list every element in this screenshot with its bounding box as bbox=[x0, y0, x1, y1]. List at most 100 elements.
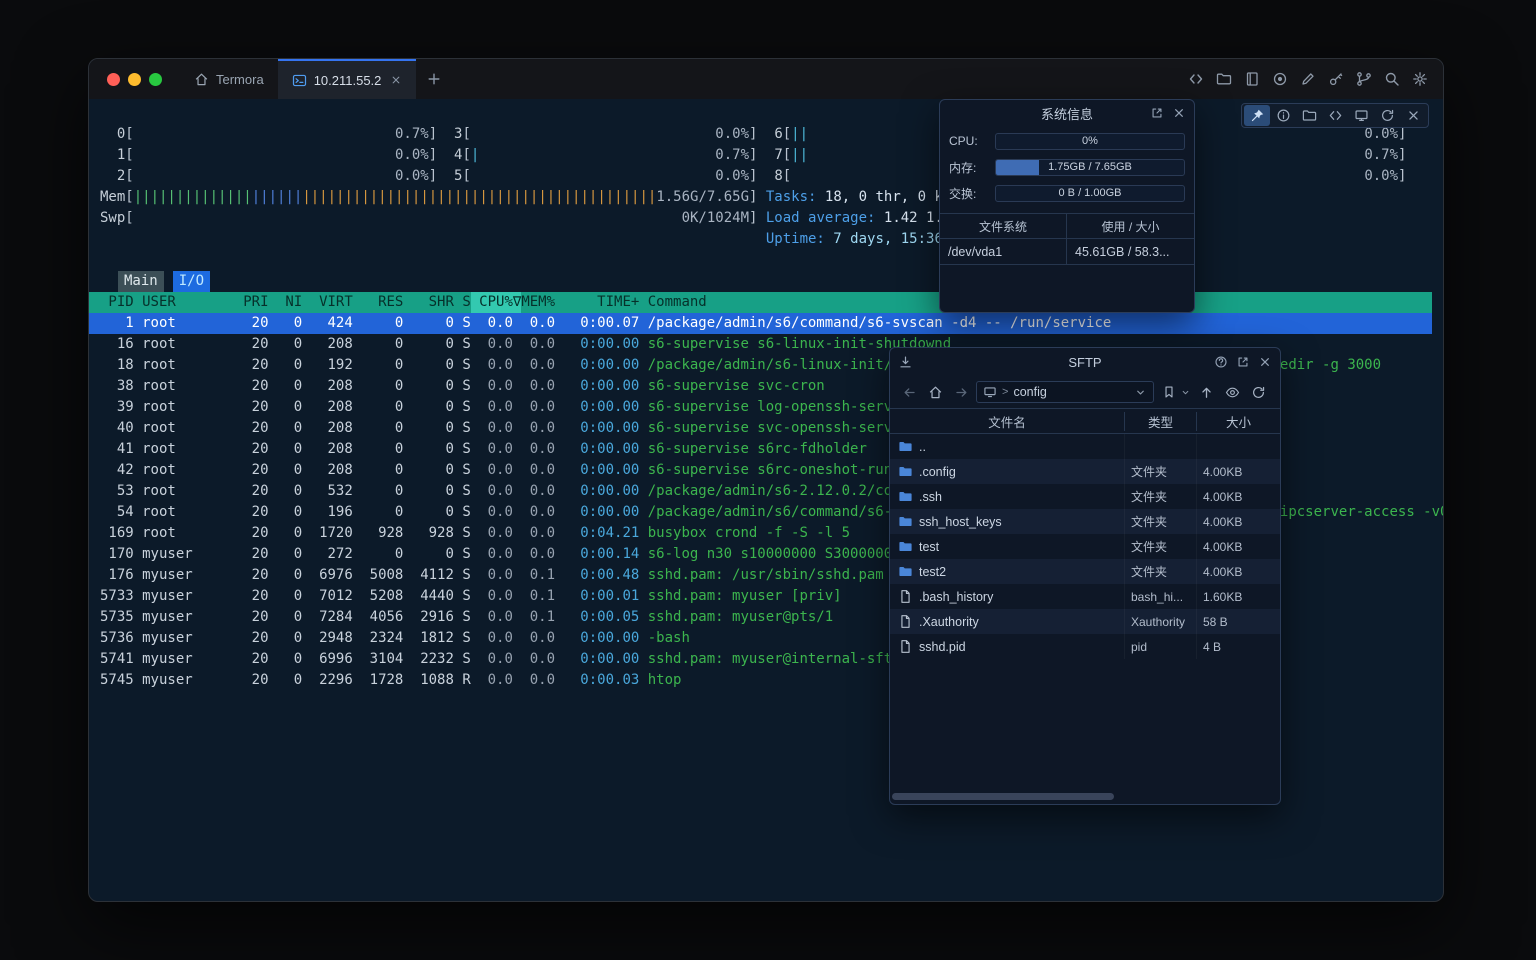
file-row[interactable]: .XauthorityXauthority58 B bbox=[890, 609, 1280, 634]
column-MEM%[interactable]: MEM% bbox=[521, 292, 555, 313]
close-tab-button[interactable] bbox=[390, 74, 402, 86]
file-row[interactable]: .ssh文件夹4.00KB bbox=[890, 484, 1280, 509]
minimize-window-button[interactable] bbox=[128, 73, 141, 86]
file-size: 4 B bbox=[1197, 640, 1280, 654]
cpu-meter-row: 1[0.0%] 4[|0.7%] 7[||0.7%] bbox=[89, 145, 1443, 166]
record-button[interactable] bbox=[1269, 68, 1291, 90]
column-Command[interactable]: Command bbox=[648, 292, 707, 313]
column-VIRT[interactable]: VIRT bbox=[302, 292, 353, 313]
refresh-button[interactable] bbox=[1374, 105, 1400, 126]
gear-button[interactable] bbox=[1409, 68, 1431, 90]
file-row[interactable]: ssh_host_keys文件夹4.00KB bbox=[890, 509, 1280, 534]
file-name: test bbox=[919, 540, 939, 554]
sftp-file-list: ...config文件夹4.00KB.ssh文件夹4.00KBssh_host_… bbox=[890, 434, 1280, 790]
sftp-navbar: > config bbox=[890, 376, 1280, 408]
arrow-left-icon bbox=[902, 385, 917, 400]
traffic-lights bbox=[89, 59, 180, 99]
swp-meter: 0K/1024M bbox=[134, 208, 749, 229]
close-window-button[interactable] bbox=[107, 73, 120, 86]
column-USER[interactable]: USER bbox=[142, 292, 218, 313]
display-button[interactable] bbox=[1348, 105, 1374, 126]
htop-screen-I/O[interactable]: I/O bbox=[173, 271, 210, 292]
htop-screen-tabs: Main I/O bbox=[89, 271, 1443, 292]
code-button[interactable] bbox=[1185, 68, 1207, 90]
column-CPU%[interactable]: CPU%∇ bbox=[471, 292, 522, 313]
horizontal-scrollbar[interactable] bbox=[892, 793, 1114, 800]
chevron-down-icon bbox=[1134, 386, 1147, 399]
column-TIME+[interactable]: TIME+ bbox=[555, 292, 639, 313]
help-button[interactable] bbox=[1214, 355, 1228, 369]
bookmarks-dropdown[interactable] bbox=[1180, 387, 1191, 398]
sftp-titlebar: SFTP bbox=[890, 348, 1280, 376]
cpu-meter-row: 2[0.0%] 5[0.0%] 8[0.0%] bbox=[89, 166, 1443, 187]
code-icon bbox=[1188, 71, 1204, 87]
htop-table-header[interactable]: PID USERPRINIVIRTRESSHRSCPU%∇MEM%TIME+ C… bbox=[89, 292, 1432, 313]
cpu-meter-label: 0 bbox=[100, 124, 125, 145]
titlebar: Termora 10.211.55.2 bbox=[89, 59, 1443, 99]
column-S[interactable]: S bbox=[454, 292, 471, 313]
refresh-icon bbox=[1251, 385, 1266, 400]
file-row[interactable]: .bash_historybash_hi...1.60KB bbox=[890, 584, 1280, 609]
file-row[interactable]: sshd.pidpid4 B bbox=[890, 634, 1280, 659]
new-tab-button[interactable] bbox=[416, 59, 452, 99]
home-button[interactable] bbox=[924, 381, 946, 403]
sysinfo-meter-label: 内存: bbox=[949, 159, 987, 176]
folderfill-icon bbox=[898, 564, 913, 579]
close-button[interactable] bbox=[1400, 105, 1426, 126]
mem-meter: ||||||||||||||||||||||||||||||||||||||||… bbox=[134, 187, 749, 208]
floating-toolbar bbox=[1241, 103, 1429, 128]
column-PRI[interactable]: PRI bbox=[218, 292, 269, 313]
tab-termora-home[interactable]: Termora bbox=[180, 59, 278, 99]
key-button[interactable] bbox=[1325, 68, 1347, 90]
code-button[interactable] bbox=[1322, 105, 1348, 126]
info-button[interactable] bbox=[1270, 105, 1296, 126]
filename-column-header[interactable]: 文件名 bbox=[890, 412, 1125, 431]
folder-button[interactable] bbox=[1213, 68, 1235, 90]
file-type: 文件夹 bbox=[1125, 459, 1197, 484]
zoom-window-button[interactable] bbox=[149, 73, 162, 86]
column-RES[interactable]: RES bbox=[353, 292, 404, 313]
notebook-button[interactable] bbox=[1241, 68, 1263, 90]
file-name: sshd.pid bbox=[919, 640, 966, 654]
cpu-meter: 0.0% bbox=[471, 166, 749, 187]
parent-directory-button[interactable] bbox=[1195, 381, 1217, 403]
path-bar[interactable]: > config bbox=[976, 381, 1154, 403]
file-row[interactable]: test文件夹4.00KB bbox=[890, 534, 1280, 559]
folderfill-icon bbox=[898, 464, 913, 479]
transfers-button[interactable] bbox=[898, 355, 913, 370]
type-column-header[interactable]: 类型 bbox=[1125, 412, 1197, 431]
close-panel-button[interactable] bbox=[1172, 106, 1186, 120]
column-SHR[interactable]: SHR bbox=[403, 292, 454, 313]
back-button[interactable] bbox=[898, 381, 920, 403]
htop-screen-Main[interactable]: Main bbox=[118, 271, 164, 292]
sftp-panel: SFTP > config bbox=[889, 347, 1281, 805]
close-panel-button[interactable] bbox=[1258, 355, 1272, 369]
sftp-table-header[interactable]: 文件名 类型 大小 bbox=[890, 408, 1280, 434]
pin-button[interactable] bbox=[1244, 105, 1270, 126]
open-in-window-button[interactable] bbox=[1150, 106, 1164, 120]
file-row[interactable]: .config文件夹4.00KB bbox=[890, 459, 1280, 484]
file-size: 4.00KB bbox=[1197, 540, 1280, 554]
mem-label: Mem bbox=[100, 187, 125, 208]
search-button[interactable] bbox=[1381, 68, 1403, 90]
tab-ssh-session[interactable]: 10.211.55.2 bbox=[278, 59, 417, 99]
folder-button[interactable] bbox=[1296, 105, 1322, 126]
branch-button[interactable] bbox=[1353, 68, 1375, 90]
file-row[interactable]: test2文件夹4.00KB bbox=[890, 559, 1280, 584]
column-PID[interactable]: PID bbox=[100, 292, 134, 313]
column-NI[interactable]: NI bbox=[269, 292, 303, 313]
file-name: ssh_host_keys bbox=[919, 515, 1002, 529]
home-icon bbox=[928, 385, 943, 400]
file-row[interactable]: .. bbox=[890, 434, 1280, 459]
forward-button[interactable] bbox=[950, 381, 972, 403]
show-hidden-button[interactable] bbox=[1221, 381, 1243, 403]
file-size: 58 B bbox=[1197, 615, 1280, 629]
refresh-button[interactable] bbox=[1247, 381, 1269, 403]
open-in-window-button[interactable] bbox=[1236, 355, 1250, 369]
edit-button[interactable] bbox=[1297, 68, 1319, 90]
filesystem-row[interactable]: /dev/vda1 45.61GB / 58.3... bbox=[940, 239, 1194, 265]
bookmarks-button[interactable] bbox=[1158, 381, 1180, 403]
branch-icon bbox=[1356, 71, 1372, 87]
process-row[interactable]: 1 root20042400S0.0 0.00:00.07 /package/a… bbox=[89, 313, 1432, 334]
size-column-header[interactable]: 大小 bbox=[1197, 412, 1280, 431]
